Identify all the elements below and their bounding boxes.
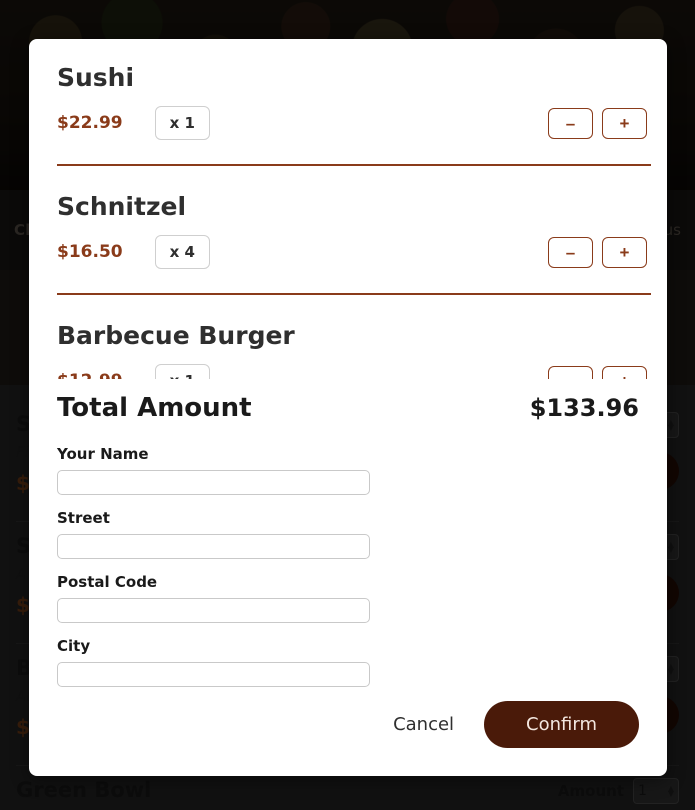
increase-quantity-button[interactable]: + [602,365,647,379]
cart-item-quantity: x 1 [154,364,210,379]
cart-item-info: $16.50 x 4 [57,235,210,269]
cart-item-info: $22.99 x 1 [57,106,210,140]
cart-item-info: $12.99 x 1 [57,364,210,379]
city-input[interactable] [57,662,370,687]
cart-item-actions: – + [548,236,647,268]
app-root: Ch us Su Fi $2 Amount 1 ▲▼ [0,0,695,810]
field-street: Street [57,509,639,559]
cart-item-row: $22.99 x 1 – + [57,106,651,140]
decrease-quantity-button[interactable]: – [548,365,593,379]
cart-item-name: Sushi [57,63,135,92]
divider [57,164,651,166]
total-amount-row: Total Amount $133.96 [57,393,639,423]
field-label-city: City [57,637,91,655]
cart-item: Barbecue Burger $12.99 x 1 – + [57,321,651,379]
cart-item-quantity: x 1 [154,106,210,140]
cart-items-scroll-area[interactable]: Sushi $22.99 x 1 – + Schnitzel $16.50 x … [29,39,667,379]
cart-item: Sushi $22.99 x 1 – + [57,63,651,144]
cart-item-actions: – + [548,107,647,139]
increase-quantity-button[interactable]: + [602,107,647,139]
total-amount-value: $133.96 [529,394,639,422]
cart-item-price: $22.99 [57,113,123,133]
field-postal-code: Postal Code [57,573,639,623]
cart-item-name: Barbecue Burger [57,321,295,350]
checkout-form-area: Total Amount $133.96 Your Name Street Po… [29,379,667,776]
modal-actions: Cancel Confirm [57,701,639,748]
total-amount-label: Total Amount [57,393,252,423]
checkout-modal: Sushi $22.99 x 1 – + Schnitzel $16.50 x … [29,39,667,776]
cart-item-name: Schnitzel [57,192,187,221]
field-label-your-name: Your Name [57,445,149,463]
divider [57,293,651,295]
cancel-button[interactable]: Cancel [389,706,458,743]
increase-quantity-button[interactable]: + [602,236,647,268]
cart-item-price: $16.50 [57,242,123,262]
decrease-quantity-button[interactable]: – [548,236,593,268]
field-label-postal-code: Postal Code [57,573,158,591]
street-input[interactable] [57,534,370,559]
field-label-street: Street [57,509,110,527]
your-name-input[interactable] [57,470,370,495]
postal-code-input[interactable] [57,598,370,623]
cart-item-row: $12.99 x 1 – + [57,364,651,379]
cart-item-quantity: x 4 [154,235,210,269]
decrease-quantity-button[interactable]: – [548,107,593,139]
cart-item: Schnitzel $16.50 x 4 – + [57,192,651,273]
confirm-button[interactable]: Confirm [484,701,639,748]
cart-item-actions: – + [548,365,647,379]
field-city: City [57,637,639,687]
cart-item-row: $16.50 x 4 – + [57,235,651,269]
cart-item-price: $12.99 [57,371,123,379]
field-your-name: Your Name [57,445,639,495]
